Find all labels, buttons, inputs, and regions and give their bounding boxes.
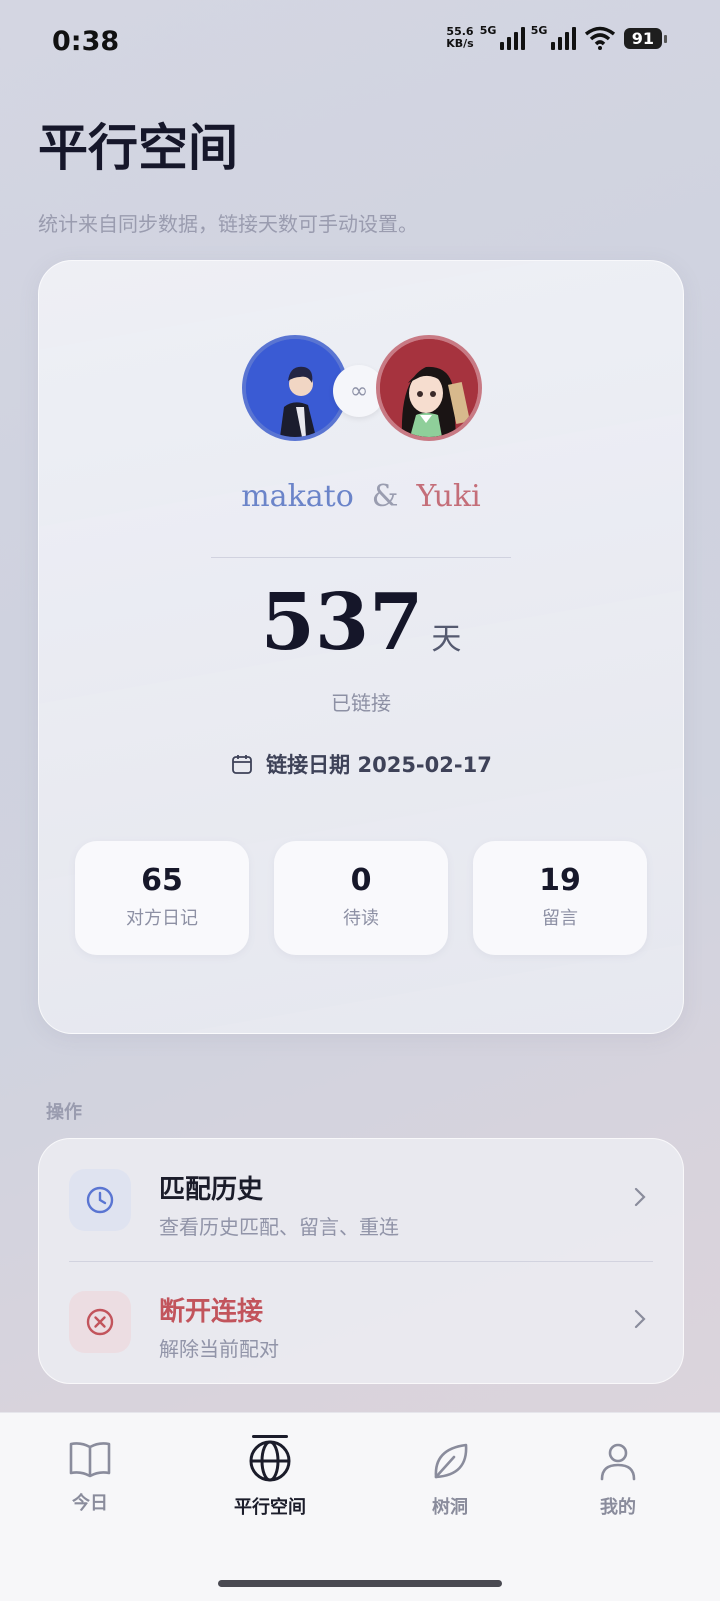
match-history-button[interactable]: 匹配历史 查看历史匹配、留言、重连 [39,1139,683,1261]
clock-icon [69,1169,131,1231]
person-icon [600,1443,636,1481]
chevron-right-icon [634,1187,646,1207]
status-time: 0:38 [52,26,120,57]
card-divider [211,557,511,558]
stats-row: 65 对方日记 0 待读 19 留言 [75,841,647,955]
section-label-actions: 操作 [46,1102,82,1123]
tab-parallel-space[interactable]: 平行空间 [210,1435,330,1519]
signal-icon: 5G [480,24,525,50]
linked-days: 537 天 [39,577,683,668]
couple-names: makato & Yuki [39,479,683,514]
link-date: 链接日期 2025-02-17 [266,753,492,777]
avatar-user-a-image [246,339,344,437]
home-indicator[interactable] [218,1580,502,1587]
signal-icon: 5G [531,24,576,50]
linked-label: 已链接 [331,691,391,715]
wifi-icon [584,26,615,50]
ampersand: & [371,479,399,514]
tab-today[interactable]: 今日 [30,1439,150,1515]
tab-tree-hole[interactable]: 树洞 [390,1439,510,1519]
network-speed: 55.6 KB/s [446,25,474,50]
status-icons: 55.6 KB/s 5G 5G 91 [446,24,668,50]
connection-card: ∞ makato & Yuki 537 天 已链接 链接日期 2025-02-17 6… [38,260,684,1034]
active-tab-indicator [252,1435,288,1438]
book-icon [69,1442,111,1478]
stat-partner-diaries[interactable]: 65 对方日记 [75,841,249,955]
avatar-user-b-image [380,339,478,437]
days-unit: 天 [431,622,462,657]
link-date-row[interactable]: 链接日期 2025-02-17 [39,749,683,779]
stat-unread[interactable]: 0 待读 [274,841,448,955]
disconnect-subtitle: 解除当前配对 [159,1337,279,1361]
stat-messages[interactable]: 19 留言 [473,841,647,955]
chevron-right-icon [634,1309,646,1329]
page-title: 平行空间 [38,118,238,177]
user-a-name: makato [241,479,354,514]
days-count: 537 [260,577,424,668]
globe-icon [249,1440,291,1482]
status-bar: 0:38 55.6 KB/s 5G 5G 91 [0,0,720,88]
leaf-icon [434,1443,468,1479]
page-subtitle: 统计来自同步数据，链接天数可手动设置。 [38,212,418,236]
battery-indicator: 91 [623,27,668,49]
match-history-title: 匹配历史 [159,1175,264,1205]
disconnect-title: 断开连接 [159,1297,264,1327]
close-circle-icon [69,1291,131,1353]
disconnect-button[interactable]: 断开连接 解除当前配对 [39,1261,683,1383]
tab-mine[interactable]: 我的 [558,1439,678,1519]
bottom-nav: 今日 平行空间 树洞 我的 [0,1412,720,1601]
calendar-icon [232,755,253,774]
avatar-user-b[interactable] [376,335,482,441]
user-b-name: Yuki [416,479,481,514]
actions-card: 匹配历史 查看历史匹配、留言、重连 断开连接 解除当前配对 [38,1138,684,1384]
match-history-subtitle: 查看历史匹配、留言、重连 [159,1215,399,1239]
